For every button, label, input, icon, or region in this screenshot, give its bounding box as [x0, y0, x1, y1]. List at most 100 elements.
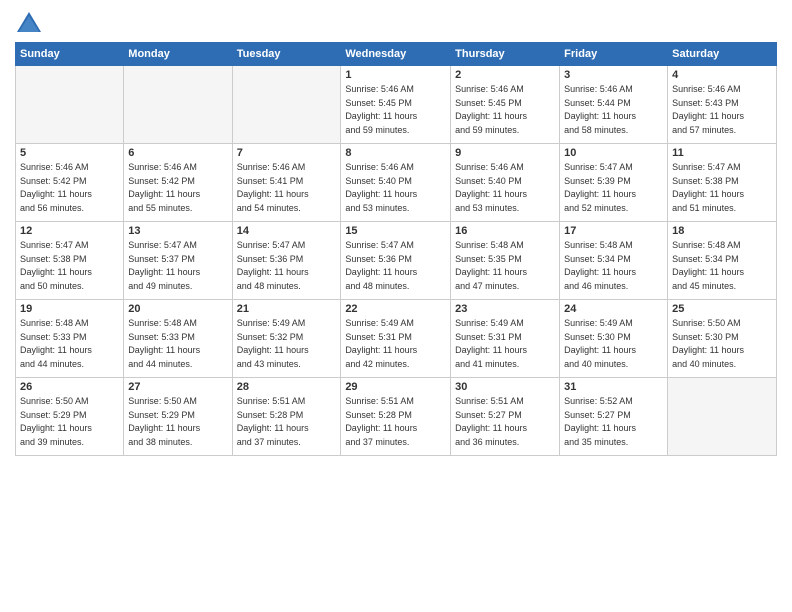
day-number: 4 — [672, 69, 772, 81]
day-info: Sunrise: 5:49 AM Sunset: 5:30 PM Dayligh… — [564, 317, 663, 371]
calendar-table: SundayMondayTuesdayWednesdayThursdayFrid… — [15, 42, 777, 456]
calendar-week-2: 5Sunrise: 5:46 AM Sunset: 5:42 PM Daylig… — [16, 144, 777, 222]
calendar-week-4: 19 Sunrise: 5:48 AM Sunset: 5:33 PM Dayli… — [16, 300, 777, 378]
day-info: Sunrise: 5:48 AM Sunset: 5:33 PM Dayligh… — [20, 317, 119, 371]
calendar-cell — [16, 66, 124, 144]
calendar-cell: 7 Sunrise: 5:46 AM Sunset: 5:41 PM Daylig… — [232, 144, 341, 222]
calendar-cell: 24 Sunrise: 5:49 AM Sunset: 5:30 PM Dayli… — [560, 300, 668, 378]
day-info: Sunrise: 5:46 AM Sunset: 5:44 PM Dayligh… — [564, 83, 663, 137]
calendar-cell: 18 Sunrise: 5:48 AM Sunset: 5:34 PM Dayli… — [668, 222, 777, 300]
day-number: 31 — [564, 381, 663, 393]
day-number: 8 — [345, 147, 446, 159]
calendar-cell: 29 Sunrise: 5:51 AM Sunset: 5:28 PM Dayli… — [341, 378, 451, 456]
header-row — [15, 10, 777, 38]
calendar-header: SundayMondayTuesdayWednesdayThursdayFrid… — [16, 43, 777, 66]
day-number: 7 — [237, 147, 337, 159]
logo-icon — [15, 10, 43, 38]
calendar-body: 1 Sunrise: 5:46 AM Sunset: 5:45 PM Daylig… — [16, 66, 777, 456]
day-info: Sunrise: 5:46 AM Sunset: 5:45 PM Dayligh… — [455, 83, 555, 137]
day-info: Sunrise: 5:47 AM Sunset: 5:36 PM Dayligh… — [237, 239, 337, 293]
calendar-cell: 30 Sunrise: 5:51 AM Sunset: 5:27 PM Dayli… — [451, 378, 560, 456]
calendar-cell: 21 Sunrise: 5:49 AM Sunset: 5:32 PM Dayli… — [232, 300, 341, 378]
day-info: Sunrise: 5:50 AM Sunset: 5:29 PM Dayligh… — [20, 395, 119, 449]
calendar-week-1: 1 Sunrise: 5:46 AM Sunset: 5:45 PM Daylig… — [16, 66, 777, 144]
col-header-thursday: Thursday — [451, 43, 560, 66]
calendar-cell: 10Sunrise: 5:47 AM Sunset: 5:39 PM Dayli… — [560, 144, 668, 222]
day-info: Sunrise: 5:50 AM Sunset: 5:29 PM Dayligh… — [128, 395, 227, 449]
day-info: Sunrise: 5:48 AM Sunset: 5:34 PM Dayligh… — [564, 239, 663, 293]
col-header-wednesday: Wednesday — [341, 43, 451, 66]
calendar-cell: 25 Sunrise: 5:50 AM Sunset: 5:30 PM Dayli… — [668, 300, 777, 378]
day-info: Sunrise: 5:51 AM Sunset: 5:28 PM Dayligh… — [345, 395, 446, 449]
day-number: 21 — [237, 303, 337, 315]
day-info: Sunrise: 5:49 AM Sunset: 5:31 PM Dayligh… — [345, 317, 446, 371]
day-info: Sunrise: 5:46 AM Sunset: 5:45 PM Dayligh… — [345, 83, 446, 137]
calendar-cell: 12 Sunrise: 5:47 AM Sunset: 5:38 PM Dayli… — [16, 222, 124, 300]
day-info: Sunrise: 5:49 AM Sunset: 5:32 PM Dayligh… — [237, 317, 337, 371]
day-number: 29 — [345, 381, 446, 393]
calendar-cell: 15 Sunrise: 5:47 AM Sunset: 5:36 PM Dayli… — [341, 222, 451, 300]
day-info: Sunrise: 5:50 AM Sunset: 5:30 PM Dayligh… — [672, 317, 772, 371]
day-number: 22 — [345, 303, 446, 315]
calendar-cell: 5Sunrise: 5:46 AM Sunset: 5:42 PM Daylig… — [16, 144, 124, 222]
calendar-cell: 4Sunrise: 5:46 AM Sunset: 5:43 PM Daylig… — [668, 66, 777, 144]
day-info: Sunrise: 5:46 AM Sunset: 5:40 PM Dayligh… — [455, 161, 555, 215]
day-number: 11 — [672, 147, 772, 159]
day-number: 30 — [455, 381, 555, 393]
calendar-cell: 3 Sunrise: 5:46 AM Sunset: 5:44 PM Daylig… — [560, 66, 668, 144]
col-header-monday: Monday — [124, 43, 232, 66]
day-number: 26 — [20, 381, 119, 393]
day-number: 17 — [564, 225, 663, 237]
calendar-cell: 11Sunrise: 5:47 AM Sunset: 5:38 PM Dayli… — [668, 144, 777, 222]
day-info: Sunrise: 5:51 AM Sunset: 5:28 PM Dayligh… — [237, 395, 337, 449]
day-number: 19 — [20, 303, 119, 315]
col-header-friday: Friday — [560, 43, 668, 66]
day-info: Sunrise: 5:48 AM Sunset: 5:33 PM Dayligh… — [128, 317, 227, 371]
day-number: 6 — [128, 147, 227, 159]
day-info: Sunrise: 5:47 AM Sunset: 5:37 PM Dayligh… — [128, 239, 227, 293]
calendar-cell: 9Sunrise: 5:46 AM Sunset: 5:40 PM Daylig… — [451, 144, 560, 222]
calendar-cell: 14 Sunrise: 5:47 AM Sunset: 5:36 PM Dayli… — [232, 222, 341, 300]
calendar-week-5: 26 Sunrise: 5:50 AM Sunset: 5:29 PM Dayli… — [16, 378, 777, 456]
calendar-cell: 28Sunrise: 5:51 AM Sunset: 5:28 PM Dayli… — [232, 378, 341, 456]
calendar-cell: 8 Sunrise: 5:46 AM Sunset: 5:40 PM Daylig… — [341, 144, 451, 222]
col-header-saturday: Saturday — [668, 43, 777, 66]
day-info: Sunrise: 5:47 AM Sunset: 5:36 PM Dayligh… — [345, 239, 446, 293]
day-number: 1 — [345, 69, 446, 81]
day-info: Sunrise: 5:46 AM Sunset: 5:42 PM Dayligh… — [20, 161, 119, 215]
day-number: 14 — [237, 225, 337, 237]
day-number: 20 — [128, 303, 227, 315]
header-row: SundayMondayTuesdayWednesdayThursdayFrid… — [16, 43, 777, 66]
calendar-cell: 6Sunrise: 5:46 AM Sunset: 5:42 PM Daylig… — [124, 144, 232, 222]
day-number: 10 — [564, 147, 663, 159]
day-info: Sunrise: 5:52 AM Sunset: 5:27 PM Dayligh… — [564, 395, 663, 449]
day-number: 25 — [672, 303, 772, 315]
calendar-cell: 23Sunrise: 5:49 AM Sunset: 5:31 PM Dayli… — [451, 300, 560, 378]
calendar-cell — [232, 66, 341, 144]
calendar-cell: 17 Sunrise: 5:48 AM Sunset: 5:34 PM Dayli… — [560, 222, 668, 300]
calendar-cell — [668, 378, 777, 456]
col-header-tuesday: Tuesday — [232, 43, 341, 66]
calendar-cell: 31 Sunrise: 5:52 AM Sunset: 5:27 PM Dayli… — [560, 378, 668, 456]
day-number: 15 — [345, 225, 446, 237]
day-number: 3 — [564, 69, 663, 81]
calendar-cell — [124, 66, 232, 144]
calendar-cell: 26 Sunrise: 5:50 AM Sunset: 5:29 PM Dayli… — [16, 378, 124, 456]
day-number: 24 — [564, 303, 663, 315]
day-info: Sunrise: 5:46 AM Sunset: 5:40 PM Dayligh… — [345, 161, 446, 215]
calendar-cell: 2 Sunrise: 5:46 AM Sunset: 5:45 PM Daylig… — [451, 66, 560, 144]
day-info: Sunrise: 5:51 AM Sunset: 5:27 PM Dayligh… — [455, 395, 555, 449]
col-header-sunday: Sunday — [16, 43, 124, 66]
calendar-cell: 20 Sunrise: 5:48 AM Sunset: 5:33 PM Dayli… — [124, 300, 232, 378]
calendar-cell: 13Sunrise: 5:47 AM Sunset: 5:37 PM Dayli… — [124, 222, 232, 300]
day-number: 16 — [455, 225, 555, 237]
day-number: 2 — [455, 69, 555, 81]
day-number: 18 — [672, 225, 772, 237]
calendar-cell: 19 Sunrise: 5:48 AM Sunset: 5:33 PM Dayli… — [16, 300, 124, 378]
day-number: 12 — [20, 225, 119, 237]
day-info: Sunrise: 5:46 AM Sunset: 5:41 PM Dayligh… — [237, 161, 337, 215]
day-info: Sunrise: 5:47 AM Sunset: 5:38 PM Dayligh… — [20, 239, 119, 293]
day-number: 23 — [455, 303, 555, 315]
logo — [15, 10, 47, 38]
day-info: Sunrise: 5:48 AM Sunset: 5:34 PM Dayligh… — [672, 239, 772, 293]
